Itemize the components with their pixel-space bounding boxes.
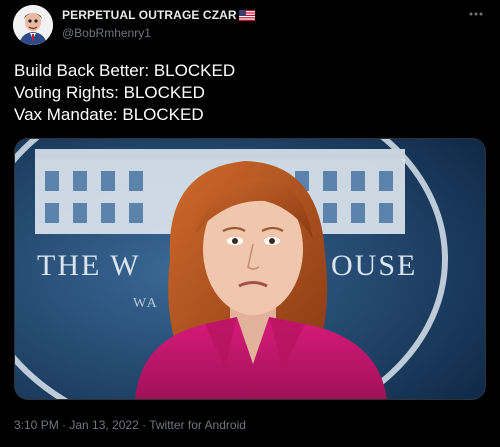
- handle[interactable]: @BobRmhenry1: [62, 26, 255, 40]
- source-label[interactable]: Twitter for Android: [149, 418, 246, 432]
- tweet: PERPETUAL OUTRAGE CZAR @BobRmhenry1 Buil…: [0, 0, 500, 447]
- photo-illustration: THE W OUSE WA: [15, 139, 485, 399]
- timestamp[interactable]: 3:10 PM · Jan 13, 2022 ·: [14, 418, 149, 432]
- sign-text-right: OUSE: [331, 249, 417, 282]
- more-options-dots: [469, 12, 483, 16]
- tweet-line: Voting Rights: BLOCKED: [14, 83, 205, 102]
- tweet-meta: 3:10 PM · Jan 13, 2022 · Twitter for And…: [14, 418, 246, 432]
- more-options-icon[interactable]: [466, 6, 486, 22]
- tweet-photo[interactable]: THE W OUSE WA: [14, 138, 486, 400]
- avatar[interactable]: [13, 5, 53, 45]
- tweet-line: Vax Mandate: BLOCKED: [14, 105, 204, 124]
- tweet-text: Build Back Better: BLOCKED Voting Rights…: [14, 60, 235, 126]
- display-name[interactable]: PERPETUAL OUTRAGE CZAR: [62, 8, 255, 23]
- user-info: PERPETUAL OUTRAGE CZAR @BobRmhenry1: [62, 8, 255, 40]
- avatar-image: [13, 5, 53, 45]
- sign-text-small: WA: [133, 296, 159, 311]
- display-name-text: PERPETUAL OUTRAGE CZAR: [62, 8, 237, 22]
- us-flag-icon: [238, 10, 255, 21]
- tweet-line: Build Back Better: BLOCKED: [14, 61, 236, 80]
- sign-text-left: THE W: [37, 249, 141, 282]
